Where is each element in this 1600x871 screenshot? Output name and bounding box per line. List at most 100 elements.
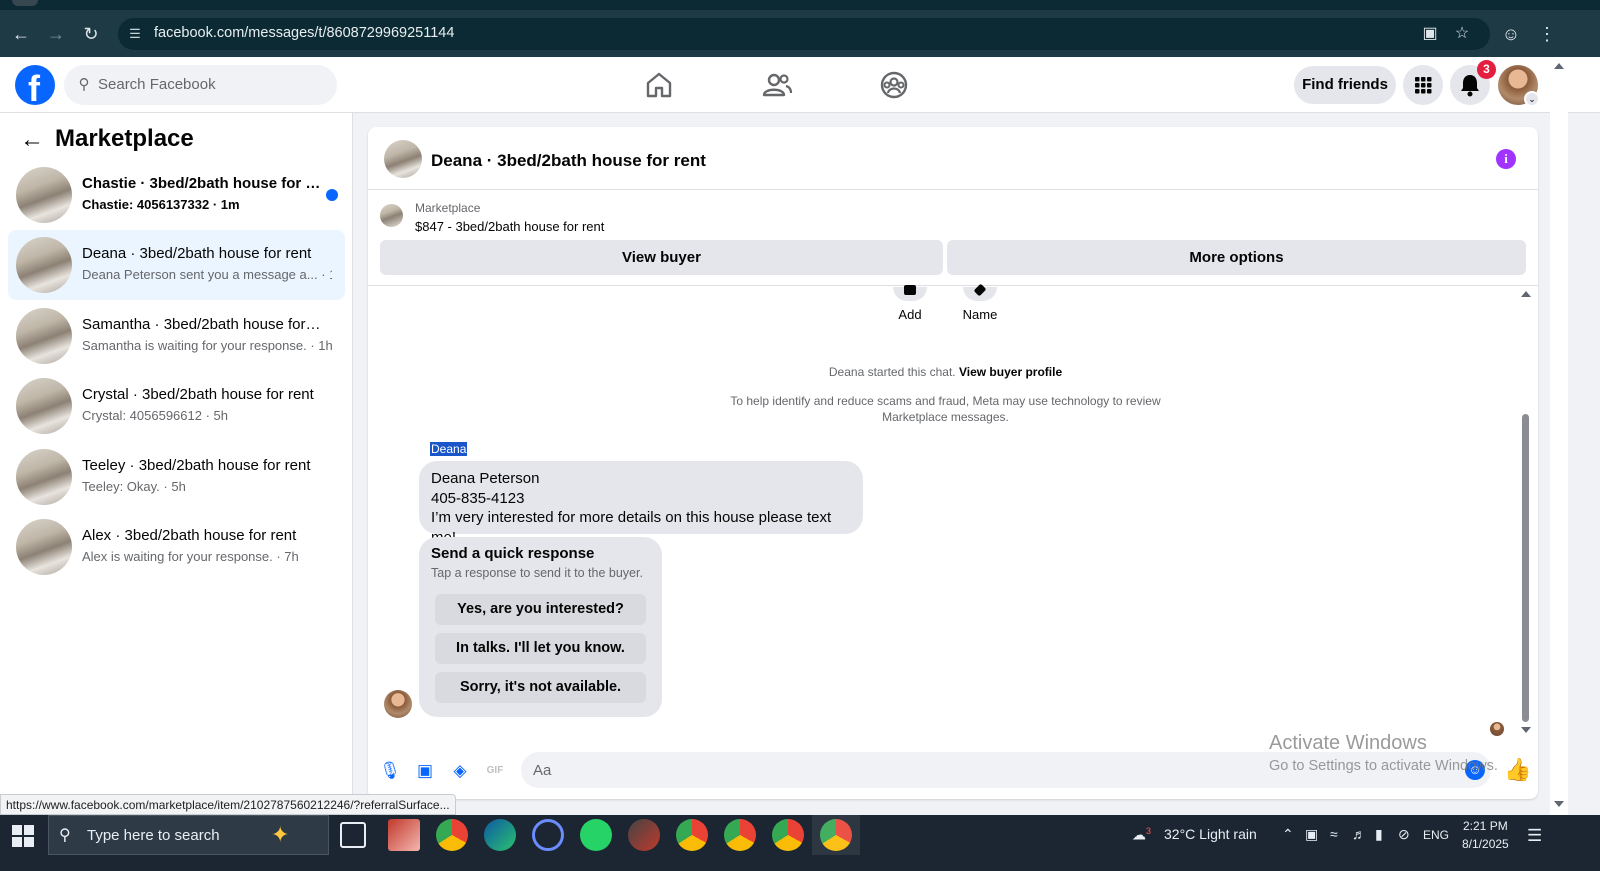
view-buyer-button[interactable]: View buyer [380,240,943,275]
clock-time: 2:21 PM [1463,819,1508,833]
notification-center-icon[interactable]: ☰ [1527,826,1542,846]
taskbar-search-placeholder: Type here to search [87,827,220,844]
name-action[interactable]: Name [945,283,1015,322]
clock[interactable]: 2:21 PM 8/1/2025 [1462,817,1509,853]
address-bar[interactable]: ☰ facebook.com/messages/t/86087299692511… [118,18,1490,50]
edge-icon[interactable] [484,819,516,851]
photo-icon[interactable]: ▣ [414,760,436,782]
task-view-icon[interactable] [340,822,366,848]
weather-icon[interactable]: ☁3 [1132,826,1151,844]
conversation-item[interactable]: Samantha · 3bed/2bath house for ... Sama… [8,301,345,371]
message-bubble[interactable]: Deana Peterson 405-835-4123 I’m very int… [419,461,863,546]
listing-thumbnail[interactable] [384,140,422,178]
find-friends-button[interactable]: Find friends [1294,66,1396,104]
home-icon[interactable] [643,69,675,101]
sync-app-icon[interactable] [532,819,564,851]
scroll-down-icon[interactable] [1521,727,1531,733]
thumbs-up-icon[interactable]: 👍 [1504,757,1531,783]
conversation-title: Chastie · 3bed/2bath house for r... [82,175,322,192]
conversation-item[interactable]: Teeley · 3bed/2bath house for rent Teele… [8,442,345,512]
conversation-item[interactable]: Crystal · 3bed/2bath house for rent Crys… [8,371,345,441]
info-icon[interactable]: i [1496,149,1516,169]
browser-tabstrip [0,0,1600,10]
chat-scrollbar[interactable] [1518,289,1532,735]
scroll-down-icon[interactable] [1554,801,1564,807]
chrome-profile-icon[interactable] [772,819,804,851]
windows-start-icon[interactable] [12,825,34,847]
gauge-app-icon[interactable] [628,819,660,851]
photo-app-icon[interactable] [388,819,420,851]
install-app-icon[interactable]: ▣ [1420,24,1440,44]
unread-dot [326,189,338,201]
volume-icon[interactable]: ♬ [1352,826,1366,842]
site-settings-icon[interactable]: ☰ [126,25,144,43]
quick-response-option[interactable]: In talks. I'll let you know. [435,633,646,664]
scroll-thumb[interactable] [1522,414,1529,722]
scroll-up-icon[interactable] [1554,63,1564,69]
view-buyer-profile-link[interactable]: View buyer profile [959,365,1062,379]
sidebar-title: Marketplace [55,125,194,152]
sticker-icon[interactable]: ◈ [449,760,471,782]
conversation-item[interactable]: Chastie · 3bed/2bath house for r... Chas… [8,160,345,230]
search-input[interactable]: ⚲ Search Facebook [64,65,337,105]
gif-icon[interactable]: GIF [484,760,506,782]
listing-thumbnail [16,237,72,293]
sparkle-icon: ✦ [271,822,290,847]
conversation-subtitle: Teeley: Okay. · 5h [82,479,186,494]
chrome-profile-icon-active[interactable] [812,815,860,855]
chevron-down-icon: ⌄ [1524,91,1540,107]
name-label: Name [962,307,998,322]
weather-badge: 3 [1146,826,1152,836]
back-arrow-icon[interactable]: ← [10,23,32,45]
reload-icon[interactable]: ↻ [80,23,102,45]
watermark-title: Activate Windows [1269,732,1427,754]
weather-text[interactable]: 32°C Light rain [1164,826,1257,842]
kebab-menu-icon[interactable]: ⋮ [1536,23,1558,45]
page-scrollbar[interactable] [1550,57,1568,815]
scroll-up-icon[interactable] [1521,291,1531,297]
conversation-subtitle: Samantha is waiting for your response. ·… [82,338,332,353]
conversation-title: Crystal · 3bed/2bath house for rent [82,386,314,403]
add-action[interactable]: Add [875,285,945,322]
account-avatar[interactable]: ⌄ [1498,65,1540,107]
quick-response-option[interactable]: Sorry, it's not available. [435,672,646,703]
network-icon[interactable]: ⊘ [1398,826,1410,843]
forward-arrow-icon[interactable]: → [45,23,67,45]
url-text[interactable]: facebook.com/messages/t/8608729969251144 [154,25,454,41]
quick-response-card: Send a quick response Tap a response to … [419,537,662,717]
friends-icon[interactable] [761,69,793,101]
language-indicator[interactable]: ENG [1423,828,1449,842]
facebook-logo-icon[interactable]: f [15,65,55,109]
conversation-item-active[interactable]: Deana · 3bed/2bath house for rent Deana … [8,230,345,300]
sender-avatar[interactable] [384,690,412,718]
groups-icon[interactable] [878,69,910,101]
chrome-icon[interactable] [436,819,468,851]
battery-icon[interactable]: ▮ [1375,826,1383,843]
whatsapp-icon[interactable] [580,819,612,851]
back-arrow-icon[interactable]: ← [20,127,44,153]
more-options-button[interactable]: More options [947,240,1526,275]
microphone-icon[interactable]: 🎙 [379,760,401,782]
conversation-subtitle: Crystal: 4056596612 · 5h [82,408,228,423]
meet-icon[interactable]: ▣ [1305,826,1318,843]
bookmark-star-icon[interactable]: ☆ [1452,24,1472,44]
conversation-title: Alex · 3bed/2bath house for rent [82,527,297,544]
browser-tab[interactable] [12,0,38,6]
search-icon: ⚲ [59,827,71,844]
listing-thumbnail [16,378,72,434]
listing-category: Marketplace [415,201,481,215]
chrome-profile-icon[interactable] [724,819,756,851]
wifi-icon[interactable]: ≈ [1330,826,1338,842]
facebook-header: f ⚲ Search Facebook Find friends ⌄ [0,57,1600,113]
chevron-up-icon[interactable]: ⌃ [1282,826,1294,843]
menu-button[interactable] [1403,65,1443,105]
conversation-item[interactable]: Alex · 3bed/2bath house for rent Alex is… [8,512,345,582]
chat-title[interactable]: Deana · 3bed/2bath house for rent [431,151,706,171]
quick-response-option[interactable]: Yes, are you interested? [435,594,646,625]
listing-thumbnail [16,449,72,505]
taskbar-search[interactable]: ⚲ Type here to search ✦ [48,815,329,855]
chrome-profile-icon[interactable] [676,819,708,851]
grid-menu-icon [1415,77,1432,94]
listing-info[interactable]: $847 - 3bed/2bath house for rent [415,219,604,234]
profile-icon[interactable]: ☺ [1500,23,1522,45]
